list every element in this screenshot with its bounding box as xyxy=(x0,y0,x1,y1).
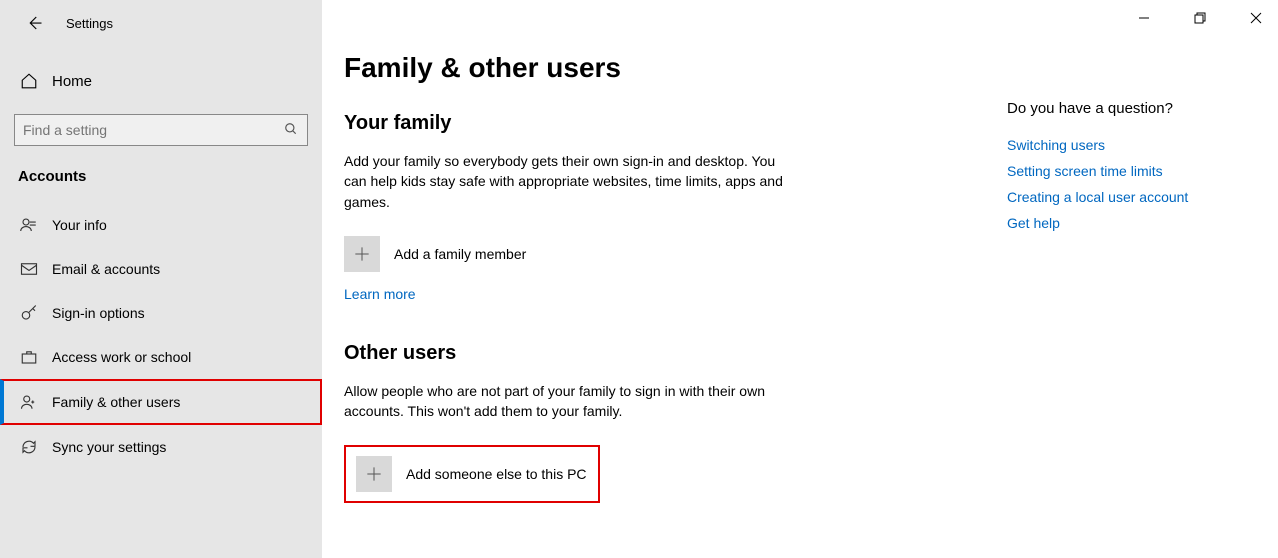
sidebar: Settings Home Accounts Your info xyxy=(0,0,322,558)
sidebar-category: Accounts xyxy=(0,146,322,195)
nav-label: Your info xyxy=(52,217,107,233)
nav-label: Email & accounts xyxy=(52,261,160,277)
titlebar-left: Settings xyxy=(0,0,322,40)
search-box[interactable] xyxy=(14,114,308,146)
add-family-member-button[interactable]: Add a family member xyxy=(344,236,982,272)
minimize-button[interactable] xyxy=(1130,6,1158,30)
close-icon xyxy=(1250,12,1262,24)
help-panel: Do you have a question? Switching users … xyxy=(1007,100,1257,241)
learn-more-link[interactable]: Learn more xyxy=(344,286,416,302)
other-users-heading: Other users xyxy=(344,342,982,365)
help-link-local-account[interactable]: Creating a local user account xyxy=(1007,189,1257,205)
sidebar-item-signin-options[interactable]: Sign-in options xyxy=(0,291,322,335)
sidebar-item-your-info[interactable]: Your info xyxy=(0,203,322,247)
search-input[interactable] xyxy=(23,122,284,138)
search-icon xyxy=(284,122,299,138)
key-icon xyxy=(18,302,40,324)
help-link-screen-time[interactable]: Setting screen time limits xyxy=(1007,163,1257,179)
sync-icon xyxy=(18,436,40,458)
sidebar-item-access-work-school[interactable]: Access work or school xyxy=(0,335,322,379)
plus-box xyxy=(344,236,380,272)
nav-label: Family & other users xyxy=(52,394,180,410)
nav-label: Sync your settings xyxy=(52,439,166,455)
sidebar-item-sync-settings[interactable]: Sync your settings xyxy=(0,425,322,469)
plus-icon xyxy=(364,464,384,484)
your-family-desc: Add your family so everybody gets their … xyxy=(344,151,784,212)
close-button[interactable] xyxy=(1242,6,1270,30)
plus-box xyxy=(356,456,392,492)
people-icon xyxy=(18,391,40,413)
help-link-get-help[interactable]: Get help xyxy=(1007,215,1257,231)
maximize-icon xyxy=(1194,12,1206,24)
minimize-icon xyxy=(1138,12,1150,24)
content: Family & other users Your family Add you… xyxy=(322,0,1278,558)
help-title: Do you have a question? xyxy=(1007,100,1257,117)
nav-label: Access work or school xyxy=(52,349,191,365)
page-title: Family & other users xyxy=(344,52,982,84)
briefcase-icon xyxy=(18,346,40,368)
main: Family & other users Your family Add you… xyxy=(322,0,982,558)
sidebar-item-family-other-users[interactable]: Family & other users xyxy=(0,379,322,425)
home-icon xyxy=(18,70,40,92)
nav-label: Sign-in options xyxy=(52,305,145,321)
sidebar-item-email-accounts[interactable]: Email & accounts xyxy=(0,247,322,291)
add-someone-label: Add someone else to this PC xyxy=(406,466,587,482)
app-title: Settings xyxy=(66,16,113,31)
sidebar-item-home[interactable]: Home xyxy=(0,58,322,104)
other-users-desc: Allow people who are not part of your fa… xyxy=(344,381,784,422)
person-card-icon xyxy=(18,214,40,236)
window-controls xyxy=(1130,6,1270,30)
back-arrow-icon xyxy=(25,14,43,32)
your-family-heading: Your family xyxy=(344,112,982,135)
add-someone-else-button[interactable]: Add someone else to this PC xyxy=(344,445,600,503)
help-link-switching-users[interactable]: Switching users xyxy=(1007,137,1257,153)
sidebar-home-label: Home xyxy=(52,73,92,90)
back-button[interactable] xyxy=(22,11,46,35)
maximize-button[interactable] xyxy=(1186,6,1214,30)
nav: Your info Email & accounts Sign-in optio… xyxy=(0,203,322,469)
mail-icon xyxy=(18,258,40,280)
add-family-label: Add a family member xyxy=(394,246,526,262)
plus-icon xyxy=(352,244,372,264)
